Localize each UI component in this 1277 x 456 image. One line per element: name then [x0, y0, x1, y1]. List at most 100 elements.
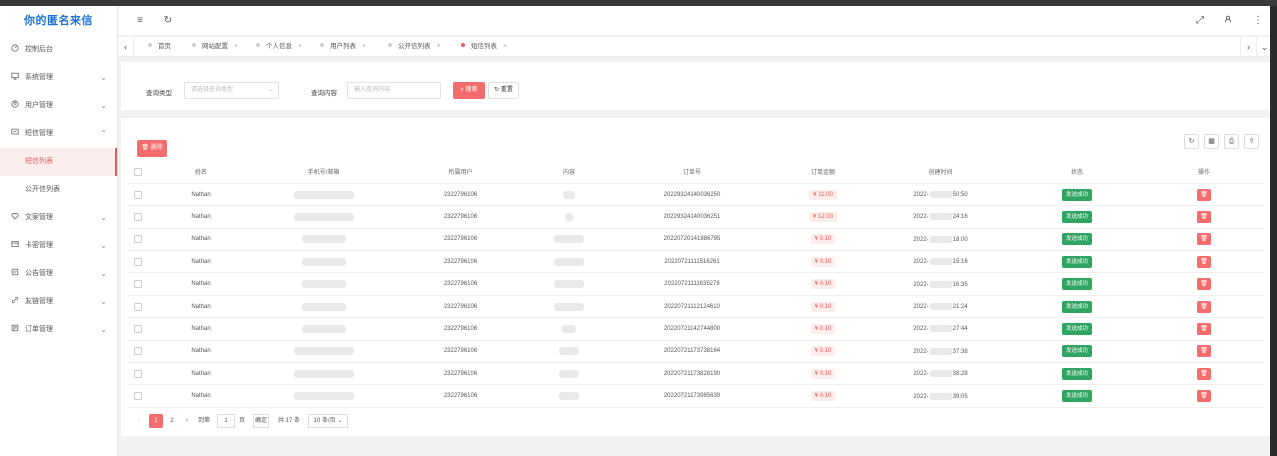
- search-button[interactable]: ⌕ 搜索: [453, 82, 485, 99]
- goto-confirm-button[interactable]: 确定: [253, 414, 269, 428]
- reset-button[interactable]: ↻ 重置: [488, 82, 519, 99]
- table-row[interactable]: Nathan 2322796106 20220721112124610 ¥ 0.10 2…: [129, 295, 1264, 319]
- sidebar-subitem-public-letters[interactable]: 公开信列表: [0, 176, 117, 204]
- menu-toggle-icon[interactable]: ≡: [134, 15, 146, 27]
- blurred-content: [554, 257, 584, 266]
- sidebar-item-dashboard[interactable]: 控制后台: [0, 36, 117, 64]
- sidebar-item-cardkeys[interactable]: 卡密管理 ⌄: [0, 232, 117, 260]
- column-header-status[interactable]: 状态: [1010, 161, 1144, 184]
- row-delete-button[interactable]: 🗑: [1197, 255, 1211, 268]
- row-checkbox[interactable]: [134, 392, 142, 401]
- row-delete-button[interactable]: 🗑: [1197, 210, 1211, 223]
- refresh-icon[interactable]: ↻: [1184, 134, 1199, 149]
- column-header-amount[interactable]: 订单金额: [775, 161, 871, 184]
- page-2-button[interactable]: 2: [166, 414, 178, 428]
- blurred-contact: [293, 369, 354, 378]
- column-header-actions[interactable]: 操作: [1144, 161, 1264, 184]
- row-delete-button[interactable]: 🗑: [1197, 233, 1211, 246]
- column-header-created[interactable]: 创建时间: [871, 161, 1010, 184]
- column-header-owner[interactable]: 所属用户: [392, 161, 529, 184]
- table-row[interactable]: Nathan 2322796106 20220721111516261 ¥ 0.10 2…: [129, 250, 1264, 274]
- amount-cell: ¥ 11.00: [775, 183, 871, 207]
- search-icon: ⌕: [460, 87, 464, 93]
- tab-profile[interactable]: 个人信息 ×: [256, 37, 302, 57]
- more-vertical-icon[interactable]: ⋮: [1252, 15, 1264, 27]
- sidebar-item-friendlinks[interactable]: 友链管理 ⌄: [0, 288, 117, 316]
- row-delete-button[interactable]: 🗑: [1197, 278, 1211, 291]
- table-row[interactable]: Nathan 2322796106 20229324140036251 ¥ 12.00…: [129, 205, 1264, 229]
- row-delete-button[interactable]: 🗑: [1197, 345, 1211, 358]
- blurred-content: [559, 347, 579, 356]
- row-checkbox[interactable]: [134, 369, 142, 378]
- status-badge: 发送成功: [1061, 345, 1092, 358]
- row-delete-button[interactable]: 🗑: [1197, 322, 1211, 335]
- sidebar-item-notices[interactable]: 公告管理 ⌄: [0, 260, 117, 288]
- sidebar-item-copywriting[interactable]: 文案管理 ⌄: [0, 204, 117, 232]
- sidebar-item-system[interactable]: 系统管理 ⌄: [0, 64, 117, 92]
- tab-label: 短信列表: [471, 43, 497, 50]
- close-icon[interactable]: ×: [437, 43, 441, 50]
- row-checkbox[interactable]: [134, 257, 142, 266]
- row-checkbox[interactable]: [134, 324, 142, 333]
- close-icon[interactable]: ×: [234, 43, 238, 50]
- next-page-icon[interactable]: ›: [182, 414, 192, 428]
- close-icon[interactable]: ×: [362, 43, 366, 50]
- row-checkbox[interactable]: [134, 347, 142, 356]
- sidebar-item-users[interactable]: 用户管理 ⌄: [0, 92, 117, 120]
- page-size-select[interactable]: 10 条/页 ⌄: [308, 414, 348, 428]
- select-all-checkbox[interactable]: [134, 167, 142, 176]
- goto-page-input[interactable]: 1: [217, 414, 235, 428]
- query-type-select[interactable]: 请选择查询类型 ⌄: [184, 82, 279, 99]
- amount-cell: ¥ 0.10: [775, 250, 871, 274]
- table-row[interactable]: Nathan 2322796106 20220721173828190 ¥ 0.10 2…: [129, 362, 1264, 386]
- export-icon[interactable]: ⇪: [1244, 134, 1259, 149]
- row-delete-button[interactable]: 🗑: [1197, 390, 1211, 403]
- close-icon[interactable]: ×: [503, 43, 507, 50]
- tab-sms-list[interactable]: 短信列表 ×: [461, 37, 507, 57]
- column-header-name[interactable]: 姓名: [147, 161, 255, 184]
- row-delete-button[interactable]: 🗑: [1197, 188, 1211, 201]
- tab-home[interactable]: 首页: [148, 37, 171, 57]
- column-header-contact[interactable]: 手机号/邮箱: [255, 161, 392, 184]
- tab-scroll-right-icon[interactable]: ›: [1240, 37, 1256, 57]
- sidebar-item-orders[interactable]: 订单管理 ⌄: [0, 316, 117, 344]
- delete-button[interactable]: 🗑 删除: [137, 140, 167, 157]
- row-delete-button[interactable]: 🗑: [1197, 300, 1211, 313]
- table-row[interactable]: Nathan 2322796106 20220720141886795 ¥ 0.10 2…: [129, 228, 1264, 252]
- blurred-date: [929, 325, 952, 333]
- amount-badge: ¥ 12.00: [808, 211, 838, 222]
- refresh-icon[interactable]: ↻: [162, 15, 174, 27]
- row-delete-button[interactable]: 🗑: [1197, 367, 1211, 380]
- sidebar-item-sms[interactable]: 短信管理 ⌃: [0, 120, 117, 148]
- contact-cell: [255, 183, 392, 207]
- page-1-button[interactable]: 1: [149, 414, 163, 428]
- table-row[interactable]: Nathan 2322796106 20229324140036250 ¥ 11.00…: [129, 183, 1264, 207]
- created-time-suffix: 38:28: [952, 371, 968, 378]
- close-icon[interactable]: ×: [298, 43, 302, 50]
- column-header-content[interactable]: 内容: [529, 161, 609, 184]
- fullscreen-icon[interactable]: ⤢: [1194, 15, 1206, 27]
- brand-logo[interactable]: 你的匿名来信: [0, 6, 117, 36]
- tab-user-list[interactable]: 用户列表 ×: [320, 37, 366, 57]
- column-header-order[interactable]: 订单号: [609, 161, 775, 184]
- row-checkbox[interactable]: [134, 302, 142, 311]
- print-icon[interactable]: ⎙: [1224, 134, 1239, 149]
- user-account-icon[interactable]: [1222, 15, 1234, 27]
- row-checkbox[interactable]: [134, 212, 142, 221]
- row-checkbox[interactable]: [134, 280, 142, 289]
- tab-scroll-left-icon[interactable]: ‹: [118, 37, 134, 57]
- columns-filter-icon[interactable]: ▦: [1204, 134, 1219, 149]
- tab-label: 首页: [158, 43, 171, 50]
- table-row[interactable]: Nathan 2322796106 20220721142744800 ¥ 0.10 2…: [129, 317, 1264, 341]
- sidebar-subitem-sms-list[interactable]: 短信列表: [0, 148, 117, 176]
- table-row[interactable]: Nathan 2322796106 20220721173985639 ¥ 0.10 2…: [129, 384, 1264, 408]
- row-checkbox[interactable]: [134, 190, 142, 199]
- tab-site-config[interactable]: 网站配置 ×: [192, 37, 238, 57]
- tab-public-letters[interactable]: 公开信列表 ×: [388, 37, 441, 57]
- query-content-input[interactable]: 输入查询内容: [347, 82, 441, 99]
- table-row[interactable]: Nathan 2322796106 20220721111635278 ¥ 0.10 2…: [129, 272, 1264, 296]
- table-row[interactable]: Nathan 2322796106 20220721173738164 ¥ 0.10 2…: [129, 340, 1264, 364]
- tab-menu-chevron-down-icon[interactable]: ⌄: [1256, 37, 1270, 57]
- row-checkbox[interactable]: [134, 235, 142, 244]
- prev-page-icon[interactable]: ‹: [133, 414, 145, 428]
